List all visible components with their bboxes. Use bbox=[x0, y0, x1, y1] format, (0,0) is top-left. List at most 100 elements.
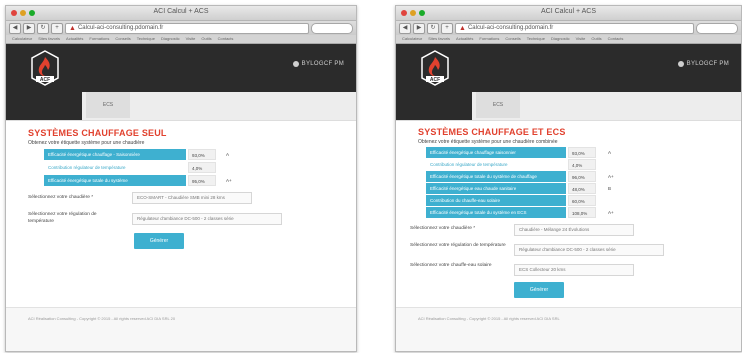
aci-logo-icon[interactable]: ACF bbox=[420, 50, 450, 86]
reload-icon[interactable]: ↻ bbox=[37, 22, 49, 34]
boiler-select[interactable]: Chaudière - Mélange 24 Évolutions bbox=[514, 224, 634, 236]
bookmark-item[interactable]: Technique bbox=[527, 35, 545, 43]
bookmark-item[interactable]: Contacts bbox=[608, 35, 624, 43]
forward-icon[interactable]: ▶ bbox=[413, 22, 425, 34]
form-label-boiler: Sélectionnez votre chaudière * bbox=[28, 195, 94, 200]
page-footer: ACI Réalisation Consulting - Copyright ©… bbox=[6, 307, 356, 330]
result-row-value: 4,0% bbox=[568, 159, 596, 170]
browser-window-left: ACI Calcul + ACS ◀ ▶ ↻ + ▲ Calcul-aci-co… bbox=[5, 5, 357, 352]
bookmark-item[interactable]: Sites favoris bbox=[38, 35, 60, 43]
result-row-class: A+ bbox=[608, 174, 614, 179]
svg-text:ACF: ACF bbox=[430, 77, 440, 83]
aci-logo-icon[interactable]: ACF bbox=[30, 50, 60, 86]
solar-select[interactable]: ECS Collecteur 20 kms bbox=[514, 264, 634, 276]
search-field[interactable] bbox=[311, 22, 353, 34]
bookmark-item[interactable]: Calculateur bbox=[402, 35, 422, 43]
page-content: SYSTÈMES CHAUFFAGE ET ECS Obtenez votre … bbox=[396, 121, 741, 330]
generate-button[interactable]: Générer bbox=[134, 233, 184, 249]
result-row-class: A bbox=[608, 150, 612, 155]
address-bar[interactable]: ▲ Calcul-aci-consulting.pdomain.fr bbox=[65, 22, 309, 34]
bookmark-item[interactable]: Conseils bbox=[115, 35, 130, 43]
tab-ecs[interactable]: ECS bbox=[476, 92, 520, 118]
back-icon[interactable]: ◀ bbox=[399, 22, 411, 34]
tab-ecs[interactable]: ECS bbox=[86, 92, 130, 118]
page-title: SYSTÈMES CHAUFFAGE SEUL bbox=[28, 128, 167, 138]
result-row-label: Efficacité énergétique chauffage - Saiso… bbox=[44, 149, 186, 160]
result-row-label: Efficacité énergétique totale du système bbox=[44, 175, 186, 186]
result-row-label: Contribution régulateur de température bbox=[44, 162, 186, 173]
browser-window-right: ACI Calcul + ACS ◀ ▶ ↻ + ▲ Calcul-aci-co… bbox=[395, 5, 742, 352]
bookmark-item[interactable]: Technique bbox=[137, 35, 155, 43]
regulation-select[interactable]: Régulateur d'ambiance DC-500 - 2 classes… bbox=[132, 213, 282, 225]
title-bar: ACI Calcul + ACS bbox=[396, 6, 741, 21]
form-label-regulation: Sélectionnez votre régulation de tempéra… bbox=[410, 243, 506, 248]
warning-icon: ▲ bbox=[459, 24, 466, 32]
result-row-label: Efficacité énergétique chauffage saisonn… bbox=[426, 147, 566, 158]
nav-row: ECS bbox=[396, 92, 741, 121]
bookmark-item[interactable]: Outils bbox=[591, 35, 601, 43]
form-label-regulation: Sélectionnez votre régulation de tempéra… bbox=[28, 212, 97, 224]
window-title: ACI Calcul + ACS bbox=[153, 8, 209, 15]
result-row-value: 95,0% bbox=[188, 175, 216, 186]
bookmark-item[interactable]: Visite bbox=[186, 35, 196, 43]
bookmarks-bar: Calculateur Sites favoris Actualités For… bbox=[396, 35, 741, 44]
user-menu[interactable]: BYLOGCF PM bbox=[292, 61, 344, 67]
result-row-value: 60,0% bbox=[568, 195, 596, 206]
form-label-boiler: Sélectionnez votre chaudière * bbox=[410, 226, 476, 231]
search-field[interactable] bbox=[696, 22, 738, 34]
forward-icon[interactable]: ▶ bbox=[23, 22, 35, 34]
bookmark-item[interactable]: Formations bbox=[479, 35, 499, 43]
user-name: BYLOGCF PM bbox=[686, 61, 729, 67]
back-icon[interactable]: ◀ bbox=[9, 22, 21, 34]
page-subtitle: Obtenez votre étiquette système pour une… bbox=[418, 139, 558, 145]
user-menu[interactable]: BYLOGCF PM bbox=[677, 61, 729, 67]
bookmark-item[interactable]: Diagnostic bbox=[161, 35, 180, 43]
page-content: SYSTÈMES CHAUFFAGE SEUL Obtenez votre ét… bbox=[6, 121, 356, 330]
result-row-class: A bbox=[226, 152, 230, 157]
bookmark-item[interactable]: Contacts bbox=[218, 35, 234, 43]
user-icon bbox=[677, 61, 684, 67]
user-icon bbox=[292, 61, 299, 67]
form-label-solar: Sélectionnez votre chauffe-eau solaire bbox=[410, 263, 492, 268]
result-row-label: Efficacité énergétique eau chaude sanita… bbox=[426, 183, 566, 194]
url-text: Calcul-aci-consulting.pdomain.fr bbox=[77, 24, 164, 31]
address-bar[interactable]: ▲ Calcul-aci-consulting.pdomain.fr bbox=[455, 22, 694, 34]
result-row-class: A+ bbox=[608, 210, 614, 215]
generate-button[interactable]: Générer bbox=[514, 282, 564, 298]
site-header: ACF BYLOGCF PM bbox=[396, 44, 741, 92]
page-footer: ACI Réalisation Consulting - Copyright ©… bbox=[396, 307, 741, 330]
user-name: BYLOGCF PM bbox=[301, 61, 344, 67]
bookmark-item[interactable]: Actualités bbox=[66, 35, 83, 43]
browser-toolbar: ◀ ▶ ↻ + ▲ Calcul-aci-consulting.pdomain.… bbox=[396, 21, 741, 35]
add-tab-icon[interactable]: + bbox=[51, 22, 63, 34]
nav-row: ECS bbox=[6, 92, 356, 121]
result-row-value: 93,0% bbox=[188, 149, 216, 160]
result-row-value: 108,0% bbox=[568, 207, 596, 218]
site-header: ACF BYLOGCF PM bbox=[6, 44, 356, 92]
page-subtitle: Obtenez votre étiquette système pour une… bbox=[28, 140, 145, 146]
bookmark-item[interactable]: Diagnostic bbox=[551, 35, 570, 43]
window-title: ACI Calcul + ACS bbox=[540, 8, 597, 15]
bookmark-item[interactable]: Outils bbox=[201, 35, 211, 43]
regulation-select[interactable]: Régulateur d'ambiance DC-500 - 2 classes… bbox=[514, 244, 664, 256]
bookmark-item[interactable]: Visite bbox=[576, 35, 586, 43]
result-row-value: 48,0% bbox=[568, 183, 596, 194]
result-row-class: A+ bbox=[226, 178, 232, 183]
add-tab-icon[interactable]: + bbox=[441, 22, 453, 34]
result-row-value: 4,0% bbox=[188, 162, 216, 173]
result-row-label: Contribution du chauffe-eau solaire bbox=[426, 195, 566, 206]
bookmark-item[interactable]: Conseils bbox=[505, 35, 520, 43]
result-row-label: Efficacité énergétique totale du système… bbox=[426, 171, 566, 182]
reload-icon[interactable]: ↻ bbox=[427, 22, 439, 34]
bookmark-item[interactable]: Actualités bbox=[456, 35, 473, 43]
bookmark-item[interactable]: Sites favoris bbox=[428, 35, 450, 43]
result-row-class: B bbox=[608, 186, 612, 191]
browser-toolbar: ◀ ▶ ↻ + ▲ Calcul-aci-consulting.pdomain.… bbox=[6, 21, 356, 35]
warning-icon: ▲ bbox=[69, 24, 76, 32]
title-bar: ACI Calcul + ACS bbox=[6, 6, 356, 21]
nav-side-block bbox=[396, 92, 472, 120]
bookmark-item[interactable]: Formations bbox=[89, 35, 109, 43]
boiler-select[interactable]: ECO-SMART - Chaudière SMB mini 28 kms bbox=[132, 192, 252, 204]
bookmark-item[interactable]: Calculateur bbox=[12, 35, 32, 43]
result-row-value: 93,0% bbox=[568, 147, 596, 158]
